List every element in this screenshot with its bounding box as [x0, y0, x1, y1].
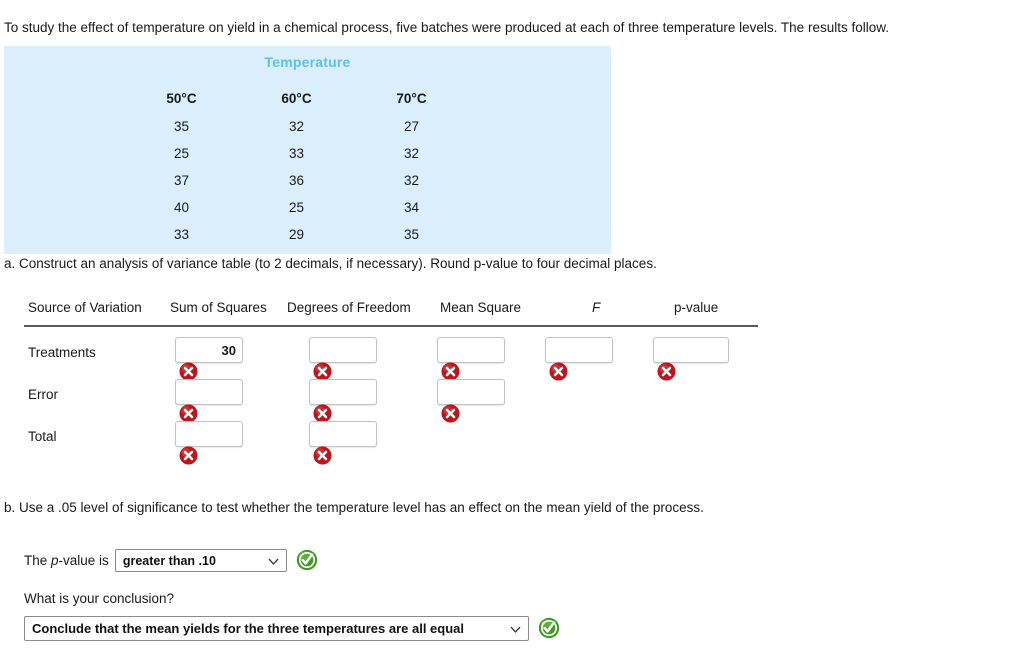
cell-value: 25: [288, 200, 305, 215]
anova-header-degrees-of-freedom: Degrees of Freedom: [287, 300, 411, 315]
anova-table: Source of Variation Sum of Squares Degre…: [24, 300, 758, 465]
incorrect-icon: [657, 362, 676, 381]
part-b-prompt-text: b. Use a .05 level of significance to te…: [4, 500, 704, 515]
error-ss-input[interactable]: [175, 379, 243, 405]
correct-icon: [296, 549, 318, 571]
column-header-60c: 60°C: [281, 91, 312, 106]
p-value-select[interactable]: greater than .10: [114, 549, 287, 572]
correct-icon: [538, 617, 560, 639]
cell-value: 25: [173, 146, 190, 161]
cell-spacer: [469, 113, 524, 140]
cell-spacer: [469, 194, 524, 221]
cell-value: 29: [288, 227, 305, 242]
anova-row-label-error: Error: [28, 387, 58, 402]
p-value-label: The p-value is: [24, 553, 109, 568]
error-ss-cell: [175, 379, 243, 424]
cell-value: 36: [288, 173, 305, 188]
cell-value: 34: [403, 200, 420, 215]
temperature-data-table: 50°C 60°C 70°C 35 32 27 25 33 32 37 36 3…: [124, 86, 524, 248]
incorrect-icon: [441, 404, 460, 423]
anova-header-p-value: p-value: [674, 300, 719, 315]
error-df-cell: [309, 379, 377, 424]
column-header-50c: 50°C: [166, 91, 197, 106]
part-b-prompt: b. Use a .05 level of significance to te…: [4, 500, 704, 515]
anova-row-label-total: Total: [28, 429, 57, 444]
cell-value: 32: [288, 119, 305, 134]
cell-value: 35: [173, 119, 190, 134]
p-value-answer-row: The p-value is greater than .10: [24, 549, 318, 572]
error-ms-input[interactable]: [437, 379, 505, 405]
table-row: 40 25 34: [124, 194, 524, 221]
cell-value: 35: [403, 227, 420, 242]
total-df-cell: [309, 421, 377, 466]
intro-text: To study the effect of temperature on yi…: [4, 20, 889, 35]
cell-spacer: [469, 140, 524, 167]
conclusion-select-wrapper: Conclude that the mean yields for the th…: [24, 616, 529, 641]
treatments-f-cell: [545, 337, 613, 382]
cell-value: 32: [403, 146, 420, 161]
treatments-ss-cell: [175, 337, 243, 382]
incorrect-icon: [313, 446, 332, 465]
data-table-title: Temperature: [264, 54, 351, 70]
error-df-input[interactable]: [309, 379, 377, 405]
total-ss-input[interactable]: [175, 421, 243, 447]
total-df-input[interactable]: [309, 421, 377, 447]
table-row: 25 33 32: [124, 140, 524, 167]
treatments-df-cell: [309, 337, 377, 382]
total-ss-cell: [175, 421, 243, 466]
part-a-prompt-text: a. Construct an analysis of variance tab…: [4, 256, 657, 271]
column-header-70c: 70°C: [396, 91, 427, 106]
treatments-f-input[interactable]: [545, 337, 613, 363]
conclusion-select-value: Conclude that the mean yields for the th…: [32, 621, 465, 636]
anova-header-source: Source of Variation: [28, 300, 142, 315]
data-table-header-row: 50°C 60°C 70°C: [124, 86, 524, 113]
p-value-label-italic: p: [51, 553, 59, 568]
p-value-select-value: greater than .10: [122, 553, 216, 568]
conclusion-select[interactable]: Conclude that the mean yields for the th…: [24, 616, 529, 641]
incorrect-icon: [179, 446, 198, 465]
table-row: 37 36 32: [124, 167, 524, 194]
anova-header-f: F: [592, 300, 601, 315]
anova-row-label-treatments: Treatments: [28, 345, 96, 360]
error-ms-cell: [437, 379, 505, 424]
cell-value: 33: [288, 146, 305, 161]
treatments-ms-input[interactable]: [437, 337, 505, 363]
cell-spacer: [469, 221, 524, 248]
treatments-p-value-input[interactable]: [653, 337, 729, 363]
part-a-prompt: a. Construct an analysis of variance tab…: [4, 256, 657, 271]
conclusion-prompt-text: What is your conclusion?: [24, 591, 175, 606]
p-value-label-pre: The: [24, 553, 52, 568]
treatments-ss-input[interactable]: [175, 337, 243, 363]
treatments-p-value-cell: [653, 337, 729, 382]
anova-header-divider: [24, 325, 758, 327]
conclusion-answer-row: Conclude that the mean yields for the th…: [24, 616, 560, 641]
conclusion-prompt: What is your conclusion?: [24, 591, 174, 606]
table-row: 33 29 35: [124, 221, 524, 248]
treatments-ms-cell: [437, 337, 505, 382]
anova-header-row: Source of Variation Sum of Squares Degre…: [24, 300, 758, 322]
temperature-data-panel: Temperature 50°C 60°C 70°C 35 32 27 25 3…: [4, 46, 611, 254]
cell-value: 33: [173, 227, 190, 242]
p-value-label-post: -value is: [58, 553, 109, 568]
table-row: 35 32 27: [124, 113, 524, 140]
cell-value: 32: [403, 173, 420, 188]
treatments-df-input[interactable]: [309, 337, 377, 363]
cell-value: 27: [403, 119, 420, 134]
p-value-select-wrapper: greater than .10: [114, 549, 287, 572]
anova-header-mean-square: Mean Square: [440, 300, 522, 315]
cell-spacer: [469, 167, 524, 194]
column-header-spacer: [469, 86, 524, 113]
cell-value: 37: [173, 173, 190, 188]
anova-header-sum-of-squares: Sum of Squares: [170, 300, 267, 315]
incorrect-icon: [549, 362, 568, 381]
cell-value: 40: [173, 200, 190, 215]
